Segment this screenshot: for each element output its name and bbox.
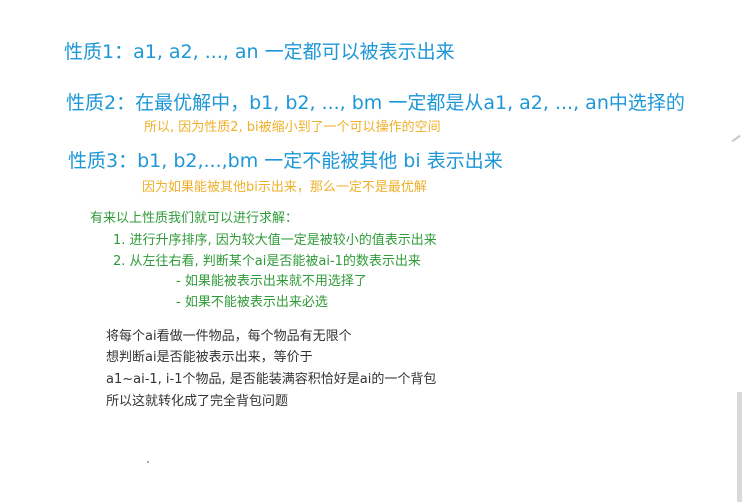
property-3-note: 因为如果能被其他bi示出来，那么一定不是最优解: [142, 180, 427, 195]
note-line-1: 将每个ai看做一件物品，每个物品有无限个: [106, 329, 352, 344]
solution-heading: 有来以上性质我们就可以进行求解：: [90, 211, 299, 226]
property-1-text: 性质1：a1, a2, ..., an 一定都可以被表示出来: [64, 41, 455, 63]
note-line-4: 所以这就转化成了完全背包问题: [106, 394, 289, 409]
stray-dot: [147, 461, 149, 463]
vertical-scrollbar[interactable]: [737, 392, 742, 502]
property-3-text: 性质3：b1, b2,...,bm 一定不能被其他 bi 表示出来: [68, 150, 503, 172]
solution-subpoint-2: - 如果不能被表示出来必选: [176, 295, 328, 310]
pencil-icon[interactable]: [731, 134, 742, 145]
property-2-text: 性质2：在最优解中，b1, b2, ..., bm 一定都是从a1, a2, .…: [66, 92, 685, 114]
note-line-3: a1~ai-1, i-1个物品, 是否能装满容积恰好是ai的一个背包: [106, 372, 437, 387]
solution-subpoint-1: - 如果能被表示出来就不用选择了: [176, 274, 367, 289]
property-2-note: 所以, 因为性质2, bi被缩小到了一个可以操作的空间: [144, 120, 441, 135]
solution-step-1: 1. 进行升序排序, 因为较大值一定是被较小的值表示出来: [113, 233, 437, 248]
note-line-2: 想判断ai是否能被表示出来，等价于: [106, 350, 313, 365]
note-canvas: 性质1：a1, a2, ..., an 一定都可以被表示出来 性质2：在最优解中…: [0, 0, 742, 502]
solution-step-2: 2. 从左往右看, 判断某个ai是否能被ai-1的数表示出来: [113, 254, 421, 269]
